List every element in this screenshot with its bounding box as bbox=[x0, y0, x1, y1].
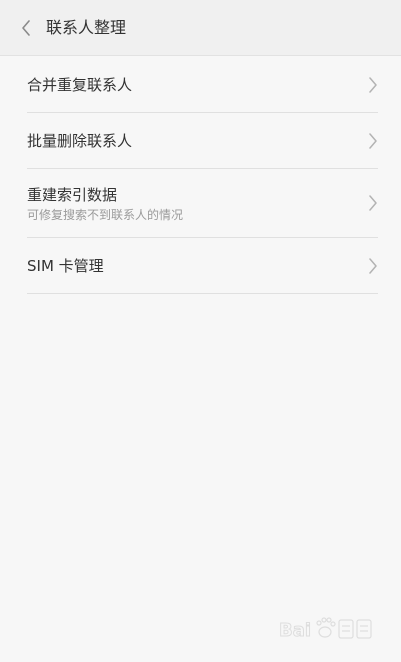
chevron-right-icon bbox=[368, 258, 378, 274]
svg-text:Bai: Bai bbox=[279, 620, 311, 641]
item-sublabel: 可修复搜索不到联系人的情况 bbox=[27, 208, 184, 222]
merge-duplicates-item[interactable]: 合并重复联系人 bbox=[27, 56, 378, 113]
item-label: SIM 卡管理 bbox=[27, 257, 104, 275]
item-label: 合并重复联系人 bbox=[27, 76, 133, 94]
watermark-logo: Bai bbox=[279, 612, 375, 646]
chevron-left-icon bbox=[22, 20, 30, 36]
chevron-right-icon bbox=[368, 195, 378, 211]
back-button[interactable] bbox=[12, 14, 40, 42]
app-header: 联系人整理 bbox=[0, 0, 401, 56]
page-title: 联系人整理 bbox=[46, 18, 127, 37]
chevron-right-icon bbox=[368, 77, 378, 93]
sim-card-management-item[interactable]: SIM 卡管理 bbox=[27, 238, 378, 294]
chevron-right-icon bbox=[368, 133, 378, 149]
item-label: 重建索引数据 bbox=[27, 186, 118, 204]
item-label: 批量删除联系人 bbox=[27, 132, 133, 150]
settings-list: 合并重复联系人 批量删除联系人 重建索引数据 可修复搜索不到联系人的情况 SIM… bbox=[0, 56, 401, 294]
batch-delete-item[interactable]: 批量删除联系人 bbox=[27, 113, 378, 169]
rebuild-index-item[interactable]: 重建索引数据 可修复搜索不到联系人的情况 bbox=[27, 169, 378, 238]
